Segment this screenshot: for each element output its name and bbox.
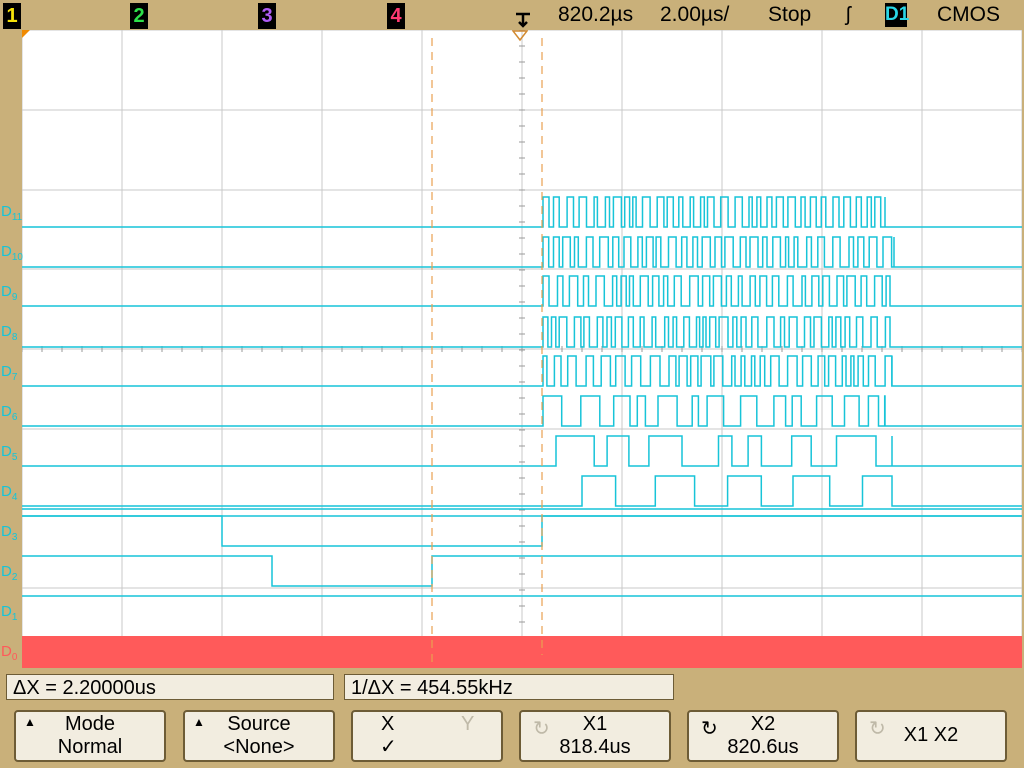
digital-label-d4: D4 xyxy=(1,483,18,503)
status-bar: 1 2 3 4 820.2µs 2.00µs/ Stop ʃ D1 CMOS xyxy=(0,0,1024,30)
source-value: <None> xyxy=(223,736,295,758)
digital-label-d6: D6 xyxy=(1,403,18,423)
xy-softkey[interactable]: X Y ✓ xyxy=(351,710,503,762)
timebase-scale: 2.00µs/ xyxy=(660,3,730,26)
digital-label-d0: D0 xyxy=(1,643,18,663)
cursor-lines xyxy=(431,38,543,668)
mode-softkey[interactable]: ▲ Mode Normal xyxy=(14,710,166,762)
x2-value: 820.6us xyxy=(727,736,799,758)
trigger-position-icon xyxy=(516,12,530,28)
threshold-mode: CMOS xyxy=(937,3,1000,26)
x1-value: 818.4us xyxy=(559,736,631,758)
x1-title: X1 xyxy=(582,713,608,735)
channel-3-indicator[interactable]: 3 xyxy=(258,3,276,29)
digital-label-d7: D7 xyxy=(1,363,18,383)
time-reference-icon xyxy=(512,30,528,42)
y-label: Y xyxy=(461,713,475,735)
waveform-display[interactable] xyxy=(22,30,1022,668)
digital-label-d5: D5 xyxy=(1,443,18,463)
mode-value: Normal xyxy=(57,736,123,758)
source-title: Source xyxy=(227,713,291,735)
channel-2-indicator[interactable]: 2 xyxy=(130,3,148,29)
digital-label-d3: D3 xyxy=(1,523,18,543)
x1-x2-softkey[interactable]: ↻ X1 X2 xyxy=(855,710,1007,762)
waveform-canvas xyxy=(22,30,1022,668)
mode-title: Mode xyxy=(64,713,116,735)
x1-x2-title: X1 X2 xyxy=(903,724,959,746)
trigger-slope-icon: ʃ xyxy=(846,4,851,26)
digital-trace-d0 xyxy=(22,636,1022,668)
channel-4-indicator[interactable]: 4 xyxy=(387,3,405,29)
x2-title: X2 xyxy=(750,713,776,735)
graticule xyxy=(22,30,1022,668)
trigger-source: D1 xyxy=(885,3,910,27)
run-state: Stop xyxy=(768,3,812,26)
delta-x-readout: ΔX = 2.20000us xyxy=(6,674,334,700)
x2-softkey[interactable]: ↻ X2 820.6us xyxy=(687,710,839,762)
digital-label-d2: D2 xyxy=(1,563,18,583)
trigger-marker-icon xyxy=(22,30,30,38)
x-selected-check-icon: ✓ xyxy=(380,736,397,758)
digital-label-d8: D8 xyxy=(1,323,18,343)
digital-label-d1: D1 xyxy=(1,603,18,623)
horizontal-position: 820.2µs xyxy=(558,3,634,26)
source-softkey[interactable]: ▲ Source <None> xyxy=(183,710,335,762)
x1-softkey[interactable]: ↻ X1 818.4us xyxy=(519,710,671,762)
digital-label-d9: D9 xyxy=(1,283,18,303)
digital-label-d10: D10 xyxy=(1,243,23,263)
digital-label-d11: D11 xyxy=(1,203,23,223)
inverse-delta-x-readout: 1/ΔX = 454.55kHz xyxy=(344,674,674,700)
channel-1-indicator[interactable]: 1 xyxy=(3,3,21,29)
